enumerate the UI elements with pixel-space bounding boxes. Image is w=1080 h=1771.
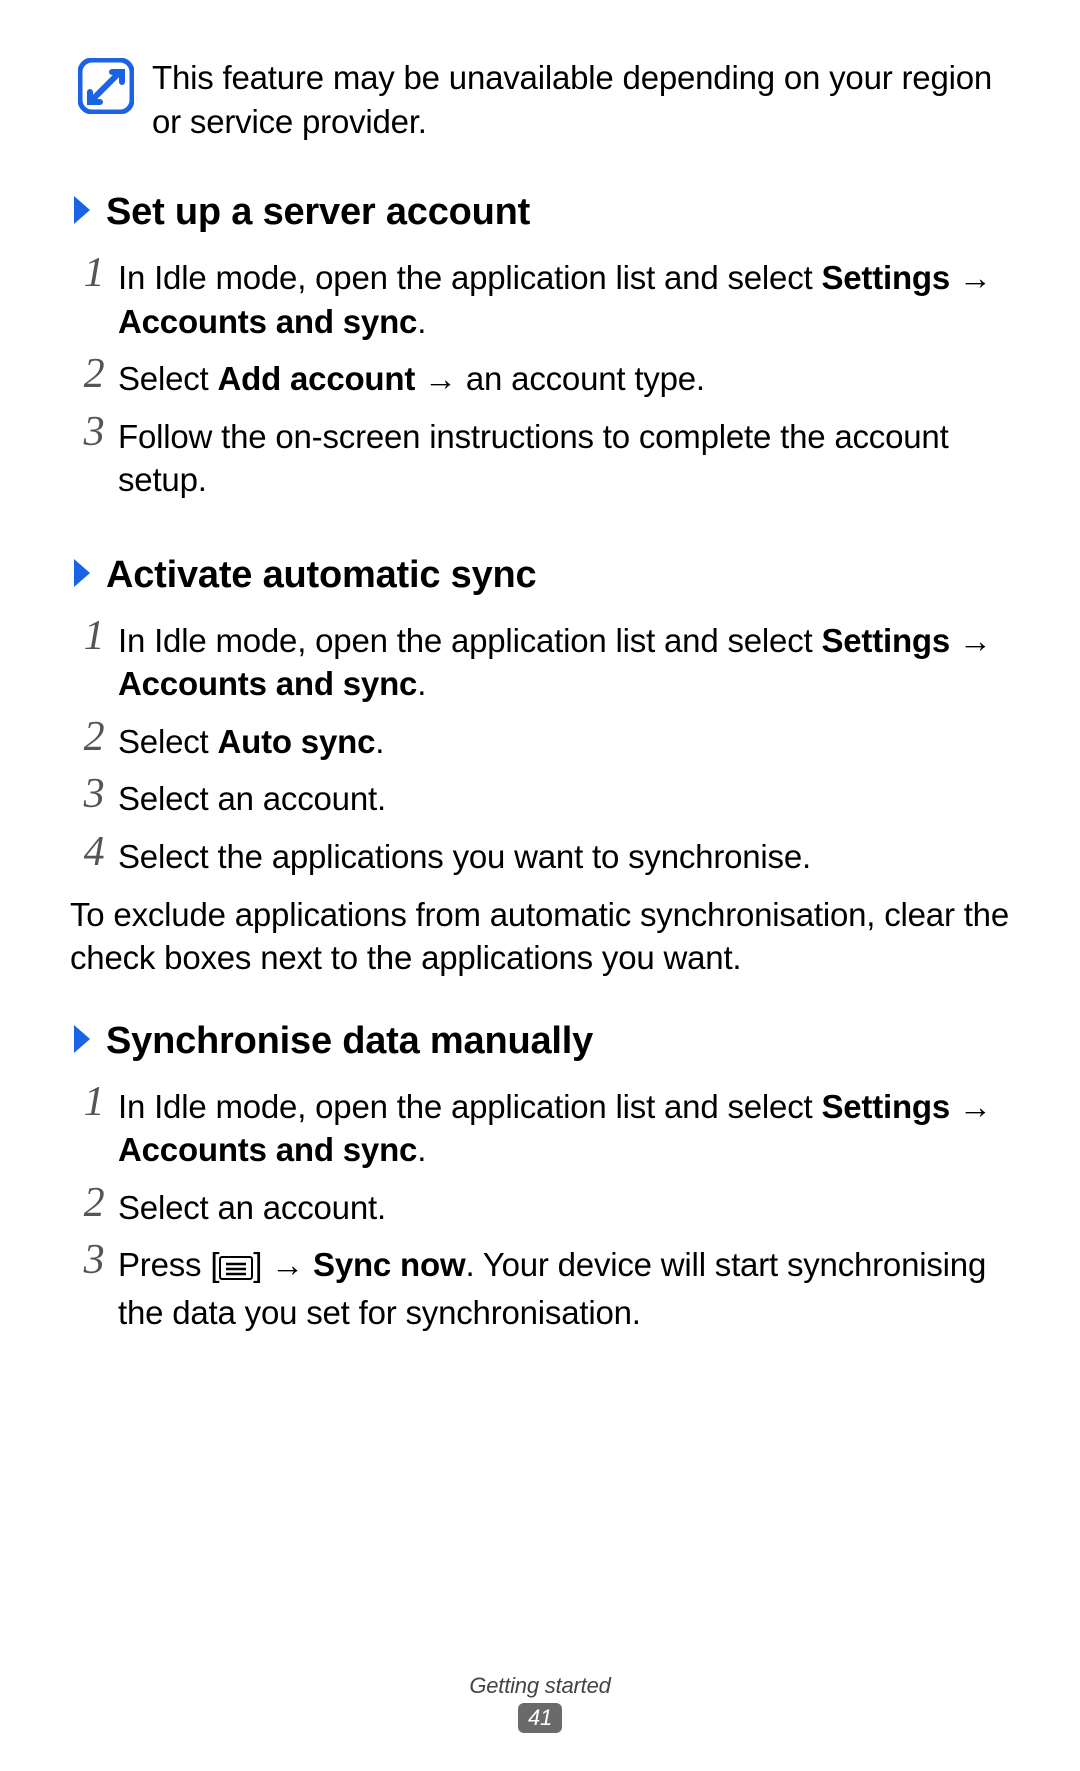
step-text: In Idle mode, open the application list … <box>118 615 1010 706</box>
step-row: 4 Select the applications you want to sy… <box>70 831 1010 879</box>
step-text: Select an account. <box>118 773 1010 821</box>
page-number-badge: 41 <box>518 1703 562 1733</box>
step-text: Select the applications you want to sync… <box>118 831 1010 879</box>
step-number: 4 <box>70 831 118 873</box>
step-row: 3 Press [ ] → Sync now. Your device will… <box>70 1239 1010 1334</box>
step-number: 1 <box>70 252 118 294</box>
step-text: Select Auto sync. <box>118 716 1010 764</box>
step-text: In Idle mode, open the application list … <box>118 252 1010 343</box>
note-text: This feature may be unavailable dependin… <box>152 56 1010 143</box>
step-row: 1 In Idle mode, open the application lis… <box>70 252 1010 343</box>
heading-sync-manually: Synchronise data manually <box>70 1020 1010 1063</box>
section-title: Activate automatic sync <box>106 554 536 597</box>
step-text: Select an account. <box>118 1182 1010 1230</box>
step-row: 3 Follow the on-screen instructions to c… <box>70 411 1010 502</box>
note-icon <box>78 58 134 119</box>
step-row: 3 Select an account. <box>70 773 1010 821</box>
step-number: 3 <box>70 773 118 815</box>
chevron-right-icon <box>70 557 96 594</box>
step-number: 1 <box>70 615 118 657</box>
step-number: 1 <box>70 1081 118 1123</box>
section-title: Set up a server account <box>106 191 530 234</box>
manual-page: This feature may be unavailable dependin… <box>0 0 1080 1334</box>
step-text: Press [ ] → Sync now. Your device will s… <box>118 1239 1010 1334</box>
step-row: 1 In Idle mode, open the application lis… <box>70 1081 1010 1172</box>
section-title: Synchronise data manually <box>106 1020 593 1063</box>
heading-setup-server: Set up a server account <box>70 191 1010 234</box>
step-row: 2 Select Add account → an account type. <box>70 353 1010 401</box>
step-text: Follow the on-screen instructions to com… <box>118 411 1010 502</box>
page-footer: Getting started 41 <box>0 1673 1080 1733</box>
step-number: 2 <box>70 1182 118 1224</box>
step-number: 2 <box>70 353 118 395</box>
footer-section-label: Getting started <box>0 1673 1080 1699</box>
chevron-right-icon <box>70 194 96 231</box>
step-number: 3 <box>70 1239 118 1281</box>
step-row: 1 In Idle mode, open the application lis… <box>70 615 1010 706</box>
step-text: In Idle mode, open the application list … <box>118 1081 1010 1172</box>
step-row: 2 Select an account. <box>70 1182 1010 1230</box>
step-number: 2 <box>70 716 118 758</box>
menu-key-icon <box>219 1247 253 1291</box>
step-row: 2 Select Auto sync. <box>70 716 1010 764</box>
heading-activate-auto-sync: Activate automatic sync <box>70 554 1010 597</box>
step-number: 3 <box>70 411 118 453</box>
step-text: Select Add account → an account type. <box>118 353 1010 401</box>
paragraph: To exclude applications from automatic s… <box>70 893 1010 980</box>
note-block: This feature may be unavailable dependin… <box>70 56 1010 143</box>
chevron-right-icon <box>70 1023 96 1060</box>
